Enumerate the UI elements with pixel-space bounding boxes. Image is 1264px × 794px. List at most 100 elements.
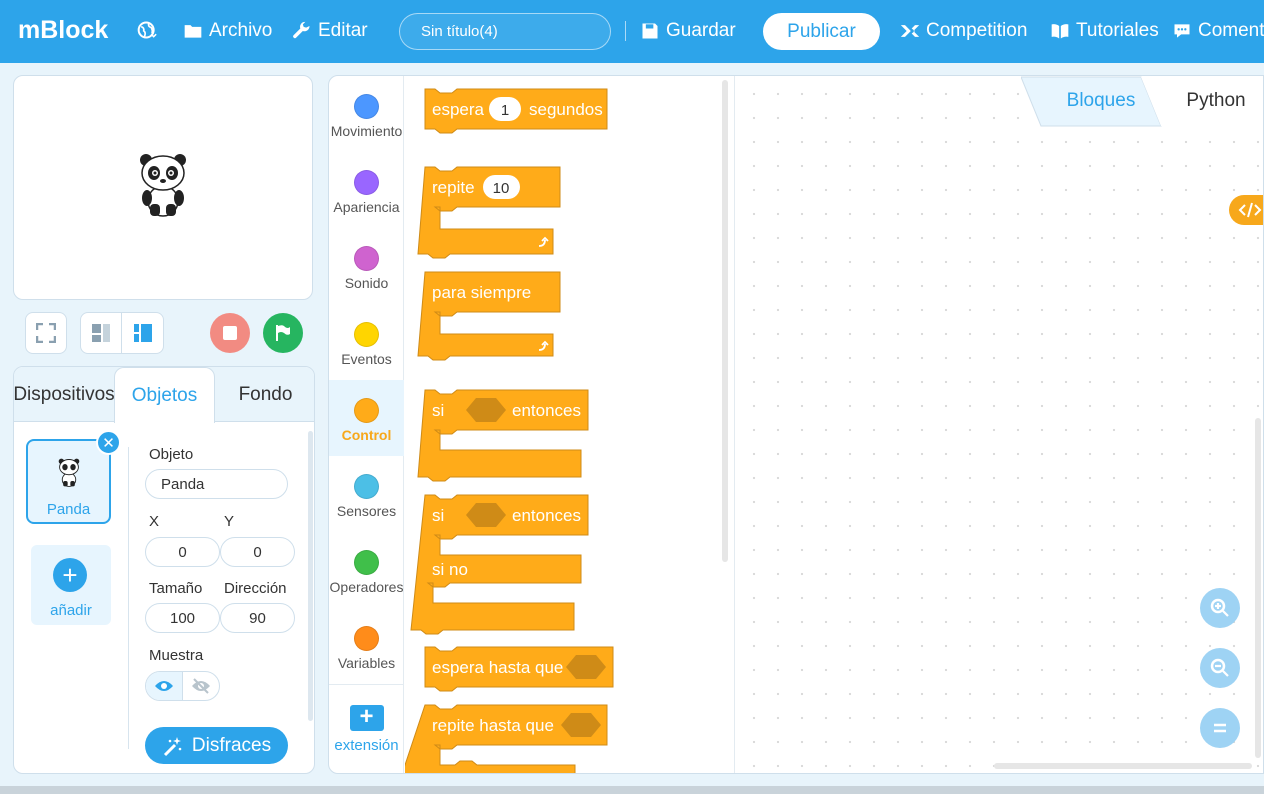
category-motion[interactable]: Movimiento: [329, 76, 404, 152]
stage[interactable]: [13, 75, 313, 300]
block-if-label: si: [432, 506, 444, 525]
fullscreen-button[interactable]: [25, 312, 67, 354]
flag-icon: [276, 325, 290, 341]
category-label: Sensores: [336, 503, 397, 519]
publish-button[interactable]: Publicar: [763, 13, 880, 50]
category-events[interactable]: Eventos: [329, 304, 404, 380]
layout-toggle[interactable]: [80, 312, 164, 354]
block-if-then[interactable]: si entonces: [417, 389, 589, 482]
vertical-scrollbar[interactable]: [1255, 418, 1261, 758]
object-name-input[interactable]: Panda: [145, 469, 288, 499]
events-dot-icon: [354, 322, 379, 347]
add-extension-icon: +: [349, 705, 384, 731]
divider: [625, 21, 626, 41]
plus-icon: +: [53, 558, 87, 592]
category-operators[interactable]: Operadores: [329, 532, 404, 608]
direction-label: Dirección: [224, 580, 287, 597]
category-sound[interactable]: Sonido: [329, 228, 404, 304]
show-label: Muestra: [149, 647, 204, 664]
scrollbar[interactable]: [308, 431, 313, 721]
category-control[interactable]: Control: [329, 380, 404, 456]
variables-dot-icon: [354, 626, 379, 651]
competition-link[interactable]: Competition: [900, 20, 1027, 42]
x-label: X: [149, 513, 160, 530]
sound-dot-icon: [354, 246, 379, 271]
comments-link[interactable]: Coment: [1172, 20, 1264, 42]
block-palette: espera 1 segundos repite 10 para siempre: [405, 76, 735, 774]
horizontal-scrollbar[interactable]: [994, 763, 1252, 769]
green-flag-button[interactable]: [263, 313, 303, 353]
file-menu-label: Archivo: [209, 20, 273, 41]
block-wait-until[interactable]: espera hasta que: [424, 646, 614, 692]
zoom-out-button[interactable]: [1200, 648, 1240, 688]
y-input[interactable]: 0: [220, 537, 295, 567]
magic-wand-icon: [163, 736, 182, 756]
block-if-else[interactable]: si entonces si no: [410, 494, 589, 635]
block-wait[interactable]: espera 1 segundos: [424, 88, 608, 134]
language-button[interactable]: [137, 20, 157, 40]
control-dot-icon: [354, 398, 379, 423]
block-repeat-label: repite: [432, 178, 475, 197]
block-then-label: entonces: [512, 506, 581, 525]
category-variables[interactable]: Variables: [329, 608, 404, 684]
large-stage-icon: [133, 324, 152, 342]
size-label: Tamaño: [149, 580, 203, 597]
panda-sprite[interactable]: [134, 151, 192, 219]
direction-input[interactable]: 90: [220, 603, 295, 633]
show-button[interactable]: [146, 672, 183, 700]
equals-icon: [1214, 723, 1226, 733]
comments-label: Coment: [1198, 20, 1264, 41]
competition-label: Competition: [926, 20, 1028, 41]
block-repeat-until-label: repite hasta que: [432, 716, 554, 735]
edit-menu[interactable]: Editar: [292, 20, 368, 42]
block-repeat[interactable]: repite 10: [417, 166, 561, 259]
eye-icon: [155, 681, 173, 691]
category-label: Eventos: [341, 351, 392, 367]
tab-objects[interactable]: Objetos: [114, 367, 215, 423]
palette-scrollbar[interactable]: [722, 80, 728, 562]
add-sprite-button[interactable]: + añadir: [31, 545, 111, 625]
y-label: Y: [224, 513, 235, 530]
floppy-icon: [642, 23, 658, 39]
hide-button[interactable]: [183, 672, 219, 700]
tab-background[interactable]: Fondo: [215, 367, 314, 422]
delete-sprite-button[interactable]: ✕: [96, 430, 121, 455]
show-code-button[interactable]: [1229, 195, 1263, 225]
folder-icon: [184, 25, 202, 38]
size-input[interactable]: 100: [145, 603, 220, 633]
edit-menu-label: Editar: [318, 20, 368, 41]
save-button[interactable]: Guardar: [640, 20, 736, 42]
extension-button[interactable]: + extensión: [329, 684, 404, 773]
costumes-label: Disfraces: [191, 734, 272, 756]
panda-thumbnail: [58, 458, 80, 487]
tutorials-label: Tutoriales: [1076, 20, 1159, 41]
tutorials-link[interactable]: Tutoriales: [1050, 20, 1159, 42]
stop-icon: [223, 326, 237, 340]
book-icon: [1051, 24, 1069, 39]
block-repeat-until[interactable]: repite hasta que: [405, 704, 608, 774]
category-looks[interactable]: Apariencia: [329, 152, 404, 228]
sprite-card-panda[interactable]: Panda: [26, 439, 111, 524]
zoom-in-button[interactable]: [1200, 588, 1240, 628]
category-sensing[interactable]: Sensores: [329, 456, 404, 532]
category-label: Control: [341, 427, 392, 443]
costumes-button[interactable]: Disfraces: [145, 727, 288, 764]
project-title-input[interactable]: Sin título(4): [399, 13, 611, 50]
x-input[interactable]: 0: [145, 537, 220, 567]
stop-button[interactable]: [210, 313, 250, 353]
block-else-label: si no: [432, 560, 468, 579]
script-workspace[interactable]: Bloques Python: [736, 76, 1263, 773]
large-stage-button[interactable]: [122, 313, 163, 353]
tab-python[interactable]: Python: [1166, 76, 1263, 126]
comment-icon: [1174, 24, 1190, 38]
code-icon: [1238, 202, 1262, 218]
object-label: Objeto: [149, 446, 194, 463]
zoom-reset-button[interactable]: [1200, 708, 1240, 748]
tab-devices[interactable]: Dispositivos: [14, 367, 115, 422]
small-stage-button[interactable]: [81, 313, 122, 353]
tab-blocks[interactable]: Bloques: [1049, 76, 1153, 126]
block-forever[interactable]: para siempre: [417, 271, 561, 361]
extension-label: extensión: [334, 737, 399, 754]
block-if-label: si: [432, 401, 444, 420]
file-menu[interactable]: Archivo: [183, 20, 272, 42]
